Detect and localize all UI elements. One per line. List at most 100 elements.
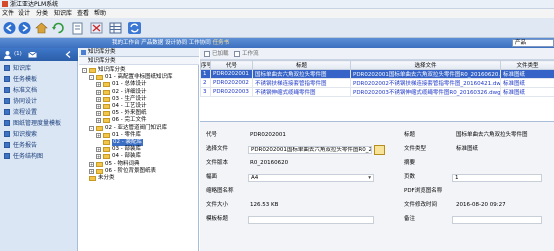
date-value: 2016-08-20 09:27: [456, 202, 506, 208]
menu-file[interactable]: 文件: [2, 10, 14, 17]
expand-toggle-icon[interactable]: +: [96, 96, 101, 102]
sync-icon[interactable]: [127, 21, 142, 35]
expand-toggle-icon[interactable]: +: [96, 104, 101, 109]
nav-item-task-template[interactable]: 任务模板: [3, 75, 77, 84]
file-field[interactable]: PDR0202001国标单曲去六角双拉头零件图R0_20160620: [248, 146, 372, 154]
nav-item-task-report[interactable]: 任务报告: [3, 141, 77, 150]
user-icon[interactable]: [3, 50, 12, 59]
expand-toggle-icon[interactable]: +: [96, 111, 101, 117]
nav-item-knowledge-base[interactable]: 知识库: [3, 64, 77, 73]
folder-icon: [103, 147, 110, 153]
expand-toggle-icon[interactable]: +: [96, 89, 101, 95]
collapse-toggle-icon[interactable]: -: [89, 125, 94, 131]
table-cell: 标准图纸: [500, 78, 554, 88]
refresh-icon[interactable]: [51, 21, 66, 35]
browse-folder-icon[interactable]: [374, 145, 385, 155]
nav-item-collab-design[interactable]: 协同设计: [3, 97, 77, 106]
tree-node-label: 01 - 总体设计: [112, 81, 147, 88]
collapse-toggle-icon[interactable]: -: [89, 75, 94, 81]
table-cell: 3: [200, 87, 211, 97]
filetype-value: 标准图纸: [456, 146, 479, 152]
drawing-template-icon: [4, 120, 10, 126]
tree-node-label: 04 - 工艺设计: [112, 103, 147, 109]
task-structure-icon: [4, 153, 10, 159]
tree-node-label: 06 - 阶位背景图纸表: [105, 167, 156, 174]
nav-item-knowledge-search[interactable]: 知识搜索: [3, 130, 77, 139]
folder-icon: [89, 176, 96, 181]
expand-toggle-icon[interactable]: +: [89, 168, 94, 174]
crumb-active[interactable]: 任务书: [213, 40, 230, 46]
task-template-icon: [4, 76, 10, 82]
expand-toggle-icon[interactable]: +: [96, 147, 101, 153]
table-row[interactable]: 2 PDR0202002 不锈钢扶梯连接套管指零件图 PDR0202002不锈钢扶梯连…: [200, 78, 554, 88]
breadcrumb: 我的工作台 产品数据 设计协同 工作协同 任务书: [112, 39, 229, 47]
loaded-checkbox[interactable]: [204, 51, 210, 57]
title-bar: 浙江亚达PLM系统: [0, 0, 554, 9]
format-label: 幅面: [206, 174, 218, 180]
title-value: 国标单曲去六角双拉头零件图: [456, 132, 528, 138]
expand-toggle-icon[interactable]: +: [96, 154, 101, 160]
nav-item-workflow-settings[interactable]: 流程设置: [3, 108, 77, 117]
thumbnail-label: 缩略图名称: [206, 188, 234, 194]
format-select[interactable]: A4: [248, 174, 374, 182]
expand-toggle-icon[interactable]: +: [96, 132, 101, 138]
table-row[interactable]: 1 PDR0202001 国标单曲去六角双拉头零件图 PDR0202001国标单曲去六…: [200, 69, 554, 79]
workflow-checkbox-label: 工作流: [242, 51, 259, 57]
column-header-title[interactable]: 标题: [252, 60, 351, 70]
table-cell: 标准图纸: [500, 69, 554, 79]
product-field-label: 产品: [515, 40, 527, 46]
collapse-toggle-icon[interactable]: -: [82, 68, 87, 73]
nav-item-standard-docs[interactable]: 标准文档: [3, 86, 77, 95]
folder-icon: [96, 168, 103, 174]
expand-toggle-icon[interactable]: +: [96, 118, 101, 124]
expand-toggle-icon[interactable]: +: [96, 82, 101, 88]
expand-toggle-icon[interactable]: +: [89, 161, 94, 167]
folder-icon: [103, 82, 110, 88]
standard-docs-icon: [4, 87, 10, 93]
column-header-file[interactable]: 选择文件: [350, 60, 501, 70]
crumb-workbench[interactable]: 我的工作台: [112, 40, 140, 46]
column-header-filetype[interactable]: 文件类型: [500, 60, 554, 70]
menu-design[interactable]: 设计: [18, 10, 30, 17]
workflow-checkbox[interactable]: [234, 51, 240, 57]
table-row[interactable]: 3 PDR0202003 不锈钢伸缩式缆绳零件图 PDR0202003不锈钢伸缩式缆绳…: [200, 87, 554, 97]
back-icon[interactable]: [2, 21, 17, 35]
crumb-product-data[interactable]: 产品数据: [141, 40, 163, 46]
mail-icon[interactable]: [28, 50, 37, 59]
menu-help[interactable]: 帮助: [94, 10, 106, 17]
table-cell: 2: [200, 78, 211, 88]
template-field[interactable]: [248, 216, 374, 224]
folder-icon: [103, 118, 110, 124]
collab-design-icon: [4, 98, 10, 104]
table-cell: PDR0202003: [210, 87, 253, 97]
product-field[interactable]: 产品: [512, 39, 554, 47]
table-cell: 国标单曲去六角双拉头零件图: [252, 69, 351, 79]
note-field[interactable]: [452, 216, 542, 224]
tree-node-label: 01 - 零件库: [112, 131, 141, 138]
table-cell: PDR0202002: [210, 78, 253, 88]
menu-category[interactable]: 分类: [36, 10, 48, 17]
toolbar: [0, 18, 554, 38]
column-header-code[interactable]: 代号: [210, 60, 253, 70]
grid-icon[interactable]: [108, 21, 123, 35]
menu-knowledge-base[interactable]: 知识库: [54, 10, 72, 17]
crumb-work-collab[interactable]: 工作协同: [189, 40, 211, 46]
left-pane-header: (1): [0, 48, 78, 61]
nav-item-drawing-template[interactable]: 图纸管理度量模板: [3, 119, 77, 128]
document-icon[interactable]: [70, 21, 85, 35]
home-icon[interactable]: [34, 21, 49, 35]
template-label: 模板标题: [206, 216, 229, 222]
column-header-index[interactable]: 序号: [200, 60, 211, 70]
title-label: 标题: [404, 132, 416, 138]
menu-view[interactable]: 查看: [77, 10, 89, 17]
task-report-icon: [4, 142, 10, 148]
pages-field[interactable]: 1: [452, 174, 542, 182]
crumb-design-collab[interactable]: 设计协同: [165, 40, 187, 46]
tree-node-label: 04 - 部装库: [112, 153, 141, 160]
folder-icon: [96, 161, 103, 167]
nav-item-task-structure[interactable]: 任务结构图: [3, 152, 77, 161]
forward-icon[interactable]: [17, 21, 32, 35]
stop-icon[interactable]: [89, 21, 104, 35]
workflow-settings-icon: [4, 109, 10, 115]
collapse-icon[interactable]: [64, 50, 73, 59]
